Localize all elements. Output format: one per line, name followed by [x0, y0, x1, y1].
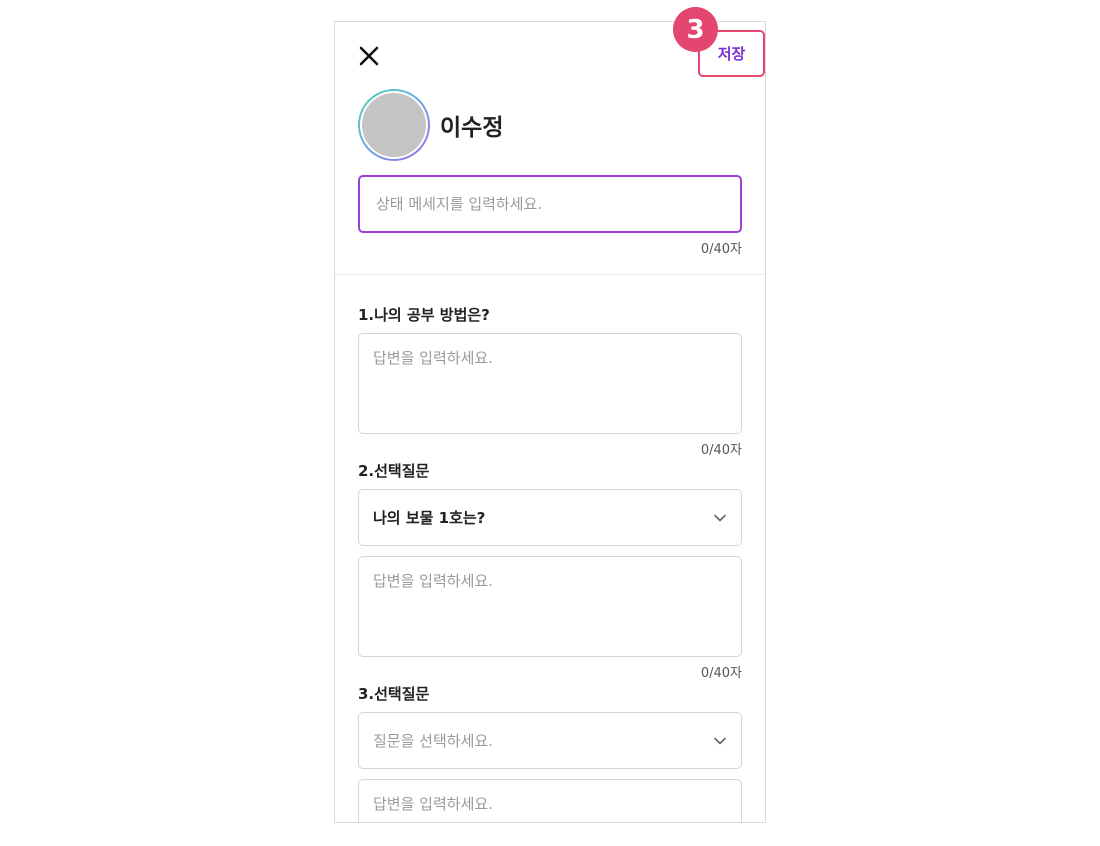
close-button[interactable]: [357, 44, 381, 68]
profile-header: 이수정: [358, 89, 503, 161]
question-3-label: 3.선택질문: [358, 685, 430, 703]
question-2-selected-value: 나의 보물 1호는?: [373, 509, 486, 527]
question-1-answer-input[interactable]: [359, 334, 741, 433]
question-1-label: 1.나의 공부 방법은?: [358, 306, 490, 324]
question-2-select[interactable]: 나의 보물 1호는?: [358, 489, 742, 546]
avatar-ring: [358, 89, 430, 161]
status-counter: 0/40자: [700, 242, 742, 257]
question-2-label: 2.선택질문: [358, 462, 430, 480]
question-3-answer-input[interactable]: [359, 780, 741, 822]
profile-edit-screen: 저장 이수정 0/40자 1.나의 공부 방법은? 0/40자 2.선택질문 나…: [334, 21, 766, 823]
question-3-select[interactable]: 질문을 선택하세요.: [358, 712, 742, 769]
question-2-counter: 0/40자: [700, 666, 742, 681]
status-message-field[interactable]: [358, 175, 742, 233]
question-3-select-placeholder: 질문을 선택하세요.: [373, 732, 493, 750]
question-1-answer-field[interactable]: [358, 333, 742, 434]
profile-name: 이수정: [440, 115, 504, 141]
question-1-counter: 0/40자: [700, 443, 742, 458]
close-icon: [359, 46, 379, 66]
avatar[interactable]: [362, 93, 426, 157]
question-2-answer-input[interactable]: [359, 557, 741, 656]
step-badge: 3: [673, 7, 718, 52]
chevron-down-icon: [714, 737, 726, 744]
question-2-answer-field[interactable]: [358, 556, 742, 657]
section-divider: [335, 274, 765, 275]
question-3-answer-field[interactable]: [358, 779, 742, 822]
status-message-input[interactable]: [374, 194, 726, 214]
chevron-down-icon: [714, 514, 726, 521]
stage: 3 저장 이수정 0/40자 1.나의 공부 방법은? 0: [0, 0, 1100, 846]
